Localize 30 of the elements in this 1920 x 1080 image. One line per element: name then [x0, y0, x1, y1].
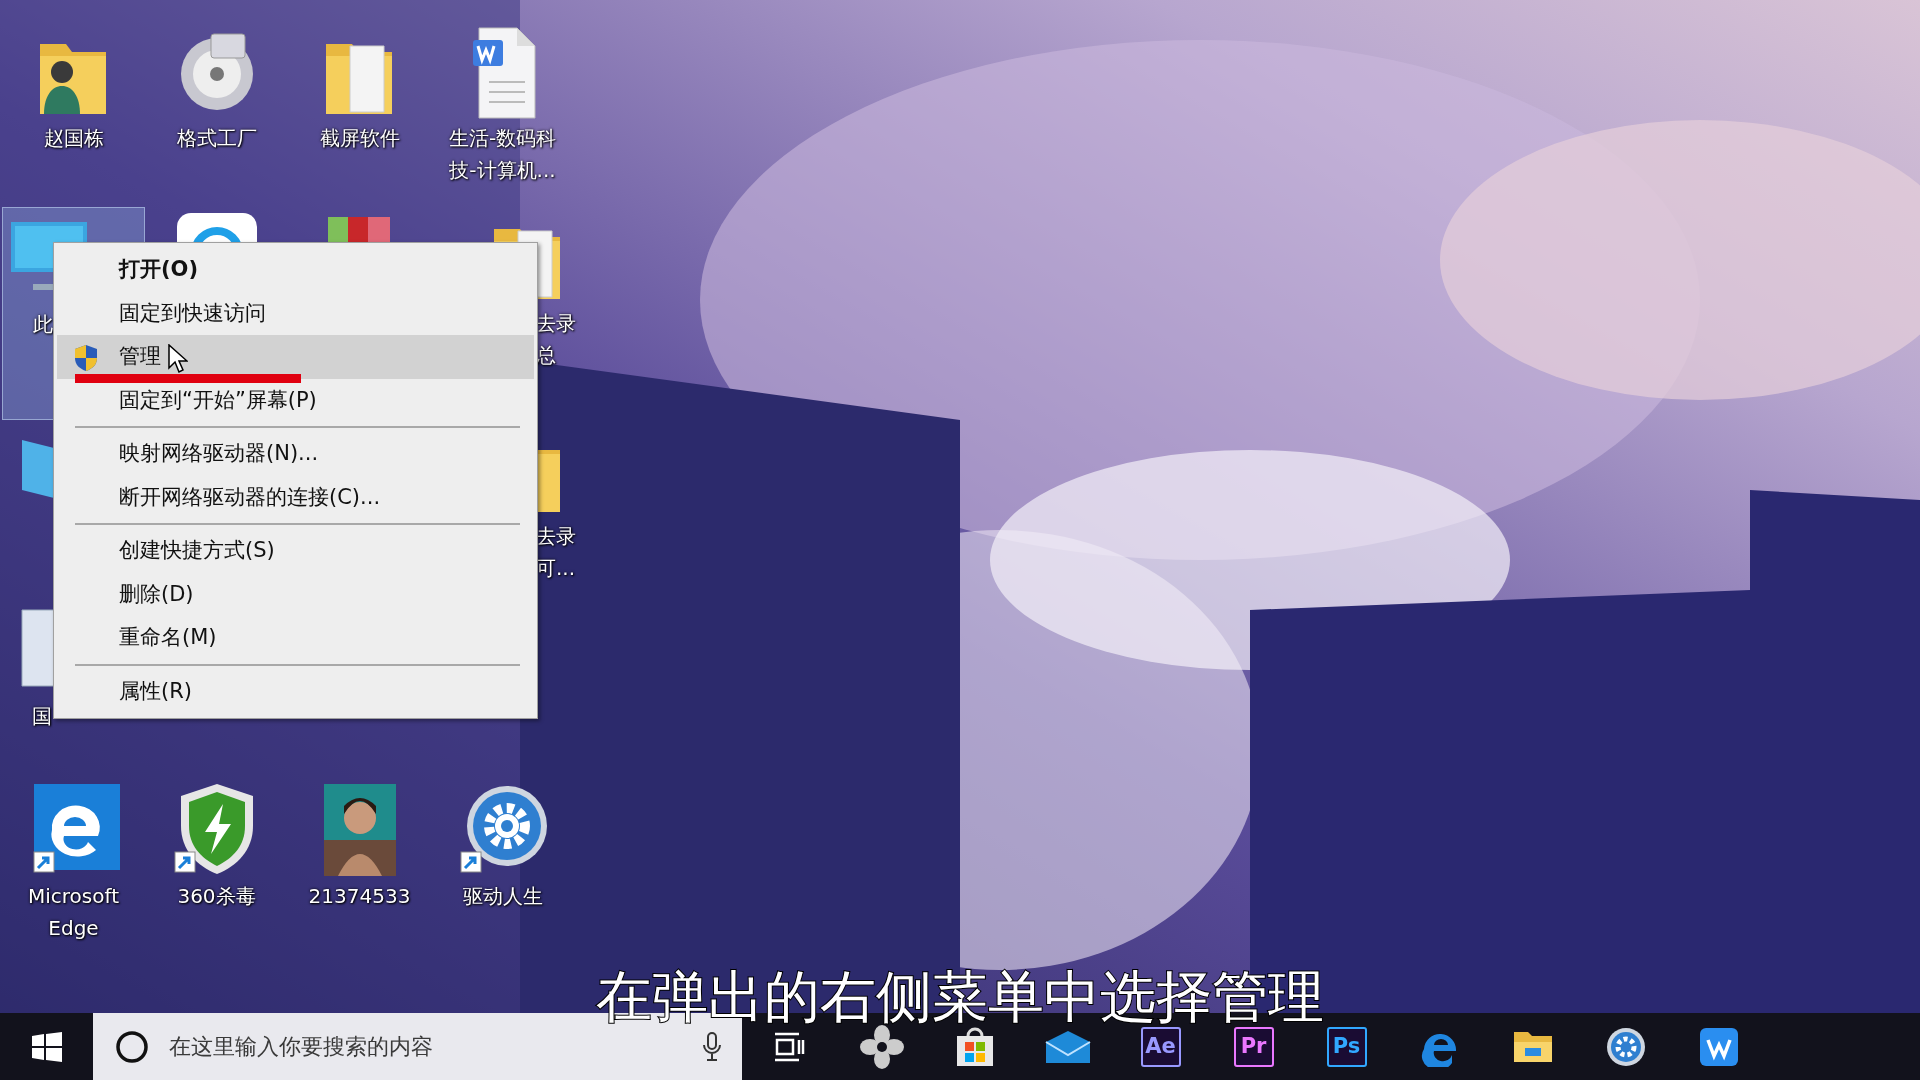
menu-item[interactable]: 打开(O) [57, 248, 534, 292]
menu-item[interactable]: 断开网络驱动器的连接(C)... [57, 475, 534, 519]
menu-item[interactable]: 固定到快速访问 [57, 291, 534, 335]
icon-label: 驱动人生 [462, 883, 543, 910]
search-circle-icon [115, 1029, 149, 1064]
icon-label: 21374533 [308, 883, 411, 910]
icon-label: 截屏软件 [319, 125, 400, 152]
cursor-icon [168, 344, 188, 374]
icon-label: Microsoft Edge [28, 883, 119, 942]
menu-item[interactable]: 映射网络驱动器(N)... [57, 432, 534, 476]
menu-item[interactable]: 管理 [57, 335, 534, 379]
app-logo-text: Ps [1326, 1026, 1367, 1067]
menu-item[interactable]: 固定到“开始”屏幕(P) [57, 378, 534, 422]
icon-label: 国 [31, 703, 52, 730]
app-logo-text: Pr [1233, 1026, 1274, 1067]
search-input[interactable]: 在这里输入你要搜索的内容 [167, 1029, 684, 1064]
icon-label: 赵国栋 [43, 125, 104, 152]
icon-label: 格式工厂 [176, 125, 257, 152]
icon-label: 360杀毒 [177, 883, 256, 910]
microphone-icon[interactable] [702, 1031, 722, 1062]
menu-item[interactable]: 创建快捷方式(S) [57, 529, 534, 573]
menu-item[interactable]: 属性(R) [57, 669, 534, 713]
icon-label: 生活-数码科 技-计算机... [448, 125, 557, 184]
icon-label: 此 [32, 311, 53, 338]
app-logo-text: Ae [1140, 1026, 1181, 1067]
icon-label: 去录 可... [536, 523, 576, 582]
menu-item[interactable]: 删除(D) [57, 572, 534, 616]
windows-logo-icon [31, 1031, 62, 1062]
shield-icon [73, 344, 99, 372]
menu-item[interactable]: 重命名(M) [57, 616, 534, 660]
